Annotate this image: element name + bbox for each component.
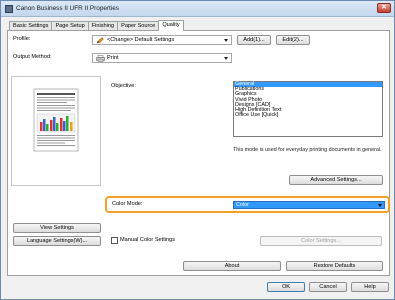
help-button[interactable]: Help bbox=[351, 282, 389, 292]
language-settings-button[interactable]: Language Settings(W)... bbox=[13, 236, 101, 246]
output-method-label: Output Method: bbox=[13, 54, 52, 60]
about-button[interactable]: About bbox=[183, 261, 281, 271]
advanced-settings-button[interactable]: Advanced Settings... bbox=[289, 175, 383, 185]
color-mode-highlight: Color Mode: Color bbox=[105, 196, 390, 213]
profile-dropdown[interactable]: <Change> Default Settings bbox=[92, 35, 232, 45]
color-mode-value: Color bbox=[236, 202, 249, 208]
add-profile-button[interactable]: Add(1)... bbox=[237, 35, 271, 45]
pencil-icon bbox=[96, 37, 104, 44]
edit-profile-button[interactable]: Edit(2)... bbox=[276, 35, 310, 45]
manual-color-checkbox[interactable] bbox=[111, 237, 118, 244]
color-mode-label: Color Mode: bbox=[112, 201, 143, 207]
profile-label: Profile: bbox=[13, 36, 31, 42]
tab-quality[interactable]: Quality bbox=[158, 20, 184, 31]
objective-item-office-use-quick[interactable]: Office Use [Quick] bbox=[234, 112, 382, 118]
window-title: Canon Business II UFR II Properties bbox=[16, 5, 120, 12]
color-mode-dropdown[interactable]: Color bbox=[233, 201, 385, 209]
properties-dialog: Canon Business II UFR II Properties ✕ Ba… bbox=[0, 0, 395, 300]
chevron-down-icon bbox=[224, 57, 228, 60]
output-method-dropdown[interactable]: Print bbox=[92, 53, 232, 63]
close-button[interactable]: ✕ bbox=[377, 3, 391, 13]
objective-label: Objective: bbox=[111, 83, 136, 89]
objective-listbox[interactable]: General Publications Graphics Vivid Phot… bbox=[233, 81, 383, 137]
color-settings-button[interactable]: Color Settings... bbox=[260, 236, 382, 246]
printer-icon bbox=[96, 55, 105, 62]
ok-button[interactable]: OK bbox=[267, 282, 305, 292]
objective-description: This mode is used for everyday printing … bbox=[233, 147, 382, 153]
printer-app-icon bbox=[5, 5, 13, 13]
manual-color-label: Manual Color Settings bbox=[120, 237, 176, 243]
page-preview bbox=[11, 76, 101, 186]
output-method-value: Print bbox=[107, 55, 119, 61]
profile-value: <Change> Default Settings bbox=[107, 37, 175, 43]
restore-defaults-button[interactable]: Restore Defaults bbox=[286, 261, 383, 271]
document-preview-icon bbox=[33, 88, 79, 152]
title-bar[interactable]: Canon Business II UFR II Properties ✕ bbox=[1, 1, 394, 17]
chevron-down-icon bbox=[378, 204, 382, 207]
chevron-down-icon bbox=[224, 39, 228, 42]
cancel-button[interactable]: Cancel bbox=[309, 282, 347, 292]
view-settings-button[interactable]: View Settings bbox=[13, 223, 101, 233]
